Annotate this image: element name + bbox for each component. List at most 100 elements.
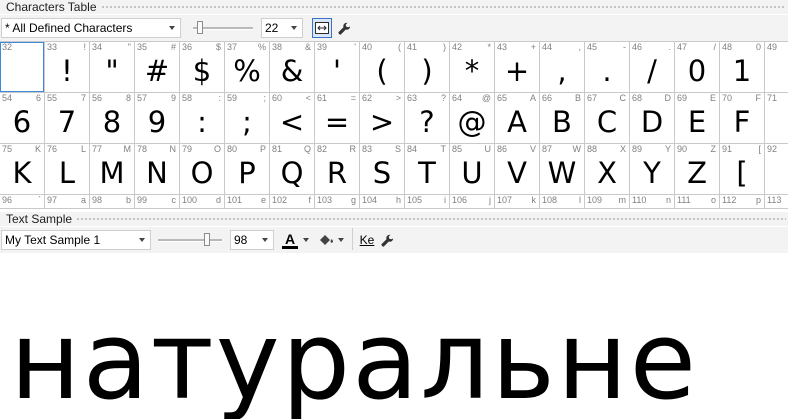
char-cell[interactable]: 39 ' ' (315, 42, 360, 93)
char-cell[interactable]: 111 o (675, 195, 720, 209)
slider-thumb[interactable] (197, 21, 203, 34)
charset-select-value: * All Defined Characters (5, 21, 133, 35)
char-cell[interactable]: 104 h (360, 195, 405, 209)
char-cell[interactable]: 91[[ (720, 144, 765, 195)
char-cell[interactable]: 63?? (405, 93, 450, 144)
char-cell[interactable]: 87 W W (540, 144, 585, 195)
char-cell[interactable]: 55 7 7 (45, 93, 90, 144)
char-cell[interactable]: 109 m (585, 195, 630, 209)
char-cell[interactable]: 108 l (540, 195, 585, 209)
char-cell[interactable]: 70 F F (720, 93, 765, 144)
char-cell[interactable]: 40(( (360, 42, 405, 93)
char-cell[interactable]: 36 $ $ (180, 42, 225, 93)
sample-select[interactable]: My Text Sample 1 (1, 230, 151, 250)
char-cell[interactable]: 67 C C (585, 93, 630, 144)
char-cell[interactable]: 90 Z Z (675, 144, 720, 195)
char-cell[interactable]: 105 i (405, 195, 450, 209)
char-size-select[interactable]: 22 (261, 18, 303, 38)
char-cell[interactable]: 100 d (180, 195, 225, 209)
char-cell[interactable]: 80 P P (225, 144, 270, 195)
sample-size-slider[interactable] (158, 230, 222, 250)
char-cell[interactable]: 60 < < (270, 93, 315, 144)
background-color-button[interactable] (318, 230, 348, 250)
char-cell[interactable]: 34 " " (90, 42, 135, 93)
char-glyph: K (12, 156, 32, 190)
font-color-button[interactable]: A (282, 230, 316, 250)
char-cell[interactable]: 81 Q Q (270, 144, 315, 195)
char-cell[interactable]: 97 a (45, 195, 90, 209)
char-small-glyph: g (350, 195, 356, 205)
char-small-glyph: o (710, 195, 716, 205)
char-cell[interactable]: 33!! (45, 42, 90, 93)
char-cell[interactable]: 84 T T (405, 144, 450, 195)
slider-thumb[interactable] (204, 233, 210, 246)
char-cell[interactable]: 35 # # (135, 42, 180, 93)
char-cell[interactable]: 491 (765, 42, 788, 93)
char-cell[interactable]: 78 N N (135, 144, 180, 195)
char-cell[interactable]: 54 6 6 (0, 93, 45, 144)
char-cell[interactable]: 112 p (720, 195, 765, 209)
char-cell[interactable]: 56 8 8 (90, 93, 135, 144)
char-cell[interactable]: 103 g (315, 195, 360, 209)
char-code: 106 (452, 195, 468, 205)
char-cell[interactable]: 86 V V (495, 144, 540, 195)
char-cell[interactable]: 68 D D (630, 93, 675, 144)
kerning-button[interactable]: Ke (357, 230, 377, 250)
char-cell[interactable]: 46. / (630, 42, 675, 93)
table-settings-button[interactable] (334, 18, 354, 38)
sample-settings-button[interactable] (377, 230, 397, 250)
char-cell[interactable]: 110 n (630, 195, 675, 209)
char-cell[interactable]: 79 O O (180, 144, 225, 195)
char-cell[interactable]: 32 (0, 42, 45, 93)
char-cell[interactable]: 98 b (90, 195, 135, 209)
char-cell[interactable]: 107 k (495, 195, 540, 209)
char-cell[interactable]: 64 @ @ (450, 93, 495, 144)
char-cell[interactable]: 89 Y Y (630, 144, 675, 195)
char-cell[interactable]: 92\ (765, 144, 788, 195)
char-cell[interactable]: 58:: (180, 93, 225, 144)
char-cell[interactable]: 47/0 (675, 42, 720, 93)
char-cell[interactable]: 69 E E (675, 93, 720, 144)
char-cell[interactable]: 76 L L (45, 144, 90, 195)
char-cell[interactable]: 96 ` (0, 195, 45, 209)
char-cell[interactable]: 83 S S (360, 144, 405, 195)
char-code: 108 (542, 195, 558, 205)
char-cell[interactable]: 62 > > (360, 93, 405, 144)
char-cell[interactable]: 43 + + (495, 42, 540, 93)
char-cell[interactable]: 59;; (225, 93, 270, 144)
char-cell[interactable]: 44,, (540, 42, 585, 93)
char-cell[interactable]: 45-. (585, 42, 630, 93)
char-cell[interactable]: 77 M M (90, 144, 135, 195)
char-glyph: # (144, 54, 170, 88)
sample-size-select[interactable]: 98 (230, 230, 274, 250)
char-cell[interactable]: 99 c (135, 195, 180, 209)
chevron-down-icon (139, 238, 145, 242)
fit-width-button[interactable] (312, 18, 332, 38)
char-cell[interactable]: 48 0 1 (720, 42, 765, 93)
char-cell[interactable]: 113q (765, 195, 788, 209)
char-cell[interactable]: 38 & & (270, 42, 315, 93)
characters-table-toolbar: * All Defined Characters 22 (0, 15, 788, 41)
char-cell[interactable]: 101 e (225, 195, 270, 209)
char-cell[interactable]: 106 j (450, 195, 495, 209)
char-cell[interactable]: 82 R R (315, 144, 360, 195)
char-cell[interactable]: 66 B B (540, 93, 585, 144)
text-sample-preview[interactable]: натуральне (0, 254, 788, 419)
char-cell[interactable]: 71G (765, 93, 788, 144)
char-cell[interactable]: 65 A A (495, 93, 540, 144)
char-cell[interactable]: 57 9 9 (135, 93, 180, 144)
charset-select[interactable]: * All Defined Characters (1, 18, 181, 38)
char-cell[interactable]: 85 U U (450, 144, 495, 195)
char-cell[interactable]: 102 f (270, 195, 315, 209)
kerning-icon: Ke (359, 233, 375, 247)
char-cell[interactable]: 42 * * (450, 42, 495, 93)
char-cell[interactable]: 61 = = (315, 93, 360, 144)
char-cell[interactable]: 37%% (225, 42, 270, 93)
char-cell[interactable]: 41)) (405, 42, 450, 93)
char-cell[interactable]: 75 K K (0, 144, 45, 195)
char-cell[interactable]: 88 X X (585, 144, 630, 195)
char-glyph: E (687, 105, 707, 139)
char-size-value: 22 (265, 21, 279, 35)
char-size-slider[interactable] (193, 18, 253, 38)
char-glyph: S (372, 156, 392, 190)
